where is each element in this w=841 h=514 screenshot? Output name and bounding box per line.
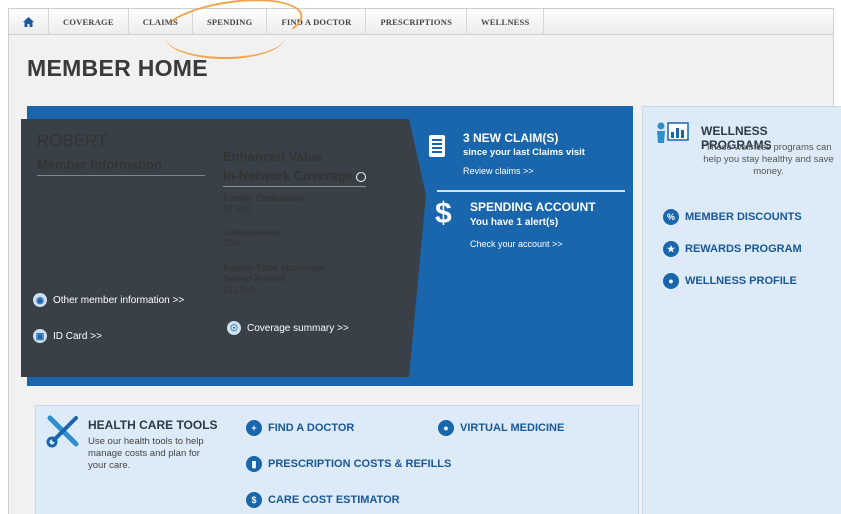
coverage-icon: ☉ [227,321,241,335]
people-icon: ◉ [33,293,47,307]
health-care-tools: HEALTH CARE TOOLS Use our health tools t… [35,405,639,514]
coverage-title-line1: Enhanced Value [223,149,323,164]
member-name: ROBERT [37,131,108,150]
nav-home[interactable] [9,8,49,35]
tools-icon [46,415,79,448]
virtual-medicine-link[interactable]: ● VIRTUAL MEDICINE [438,420,564,436]
member-card: ROBERT Member Information Enhanced Value… [21,119,426,377]
other-member-info-link[interactable]: ◉ Other member information >> [33,293,184,307]
pill-icon: ▮ [246,456,262,472]
member-info-heading: Member Information [37,157,205,176]
highlight-annotation-stroke [165,15,285,59]
prescription-label: PRESCRIPTION COSTS & REFILLS [268,458,452,470]
coinsurance-label: Coinsurance [223,227,281,238]
max-oop-value: $11,550 [223,285,255,295]
claims-divider [437,190,625,192]
coinsurance: Coinsurance 10% [223,227,281,249]
wellness-chart-icon [657,122,689,143]
max-out-of-pocket: Family Total Maximum Out-of-Pocket $11,5… [223,263,324,296]
coverage-title-line2-wrap: In-Network Coverage i [223,166,367,187]
care-cost-label: CARE COST ESTIMATOR [268,494,400,506]
virtual-medicine-label: VIRTUAL MEDICINE [460,422,565,434]
info-icon[interactable]: i [356,171,367,182]
care-cost-link[interactable]: $ CARE COST ESTIMATOR [246,492,400,508]
id-card-link[interactable]: ▣ ID Card >> [33,329,102,343]
wellness-profile-label: WELLNESS PROFILE [685,275,797,287]
page-frame: COVERAGE CLAIMS SPENDING FIND A DOCTOR P… [8,0,841,514]
review-claims-link[interactable]: Review claims >> [463,166,534,176]
coverage-summary-link[interactable]: ☉ Coverage summary >> [227,321,349,335]
max-oop-label-line2: Out-of-Pocket [223,274,286,285]
page-title: MEMBER HOME [27,55,208,81]
wellness-description: These wellness programs can help you sta… [703,142,834,177]
wellness-profile-link[interactable]: ● WELLNESS PROFILE [663,273,797,289]
spending-heading: SPENDING ACCOUNT [470,200,596,214]
max-oop-label-line1: Family Total Maximum [223,263,325,274]
home-icon [23,16,34,27]
coverage-title: Enhanced Value In-Network Coverage i [223,147,367,187]
nav-wellness[interactable]: WELLNESS [467,8,545,35]
document-icon [429,135,445,157]
family-deductible-value: $2,600 [223,204,251,214]
claims-heading: 3 NEW CLAIM(S) [463,131,559,145]
id-card-label: ID Card >> [53,330,102,342]
rewards-program-label: REWARDS PROGRAM [685,243,802,255]
trophy-icon: ★ [663,241,679,257]
profile-icon: ● [663,273,679,289]
wellness-sidebar: WELLNESS PROGRAMS These wellness program… [642,106,841,514]
other-member-info-label: Other member information >> [53,294,185,306]
nav-coverage[interactable]: COVERAGE [49,8,129,35]
find-doctor-label: FIND A DOCTOR [268,422,355,434]
claims-sub: since your last Claims visit [463,147,585,158]
find-doctor-link[interactable]: + FIND A DOCTOR [246,420,354,436]
doctor-icon: + [246,420,262,436]
coverage-summary-label: Coverage summary >> [247,322,349,334]
calculator-icon: $ [246,492,262,508]
id-card-icon: ▣ [33,329,47,343]
coinsurance-value: 10% [223,238,242,248]
discount-icon: % [663,209,679,225]
tools-description: Use our health tools to help manage cost… [88,436,204,471]
check-account-link[interactable]: Check your account >> [470,239,563,249]
prescription-link[interactable]: ▮ PRESCRIPTION COSTS & REFILLS [246,456,451,472]
tools-title: HEALTH CARE TOOLS [88,418,218,432]
top-nav: COVERAGE CLAIMS SPENDING FIND A DOCTOR P… [9,0,833,59]
family-deductible-label: Family Deductible [223,193,305,204]
rewards-program-link[interactable]: ★ REWARDS PROGRAM [663,241,802,257]
member-discounts-label: MEMBER DISCOUNTS [685,211,802,223]
dollar-icon: $ [435,197,452,230]
nav-prescriptions[interactable]: PRESCRIPTIONS [366,8,468,35]
family-deductible: Family Deductible $2,600 [223,193,304,215]
coverage-title-line2: In-Network Coverage [223,168,354,183]
spending-alerts: You have 1 alert(s) [470,217,559,228]
virtual-icon: ● [438,420,454,436]
member-discounts-link[interactable]: % MEMBER DISCOUNTS [663,209,802,225]
